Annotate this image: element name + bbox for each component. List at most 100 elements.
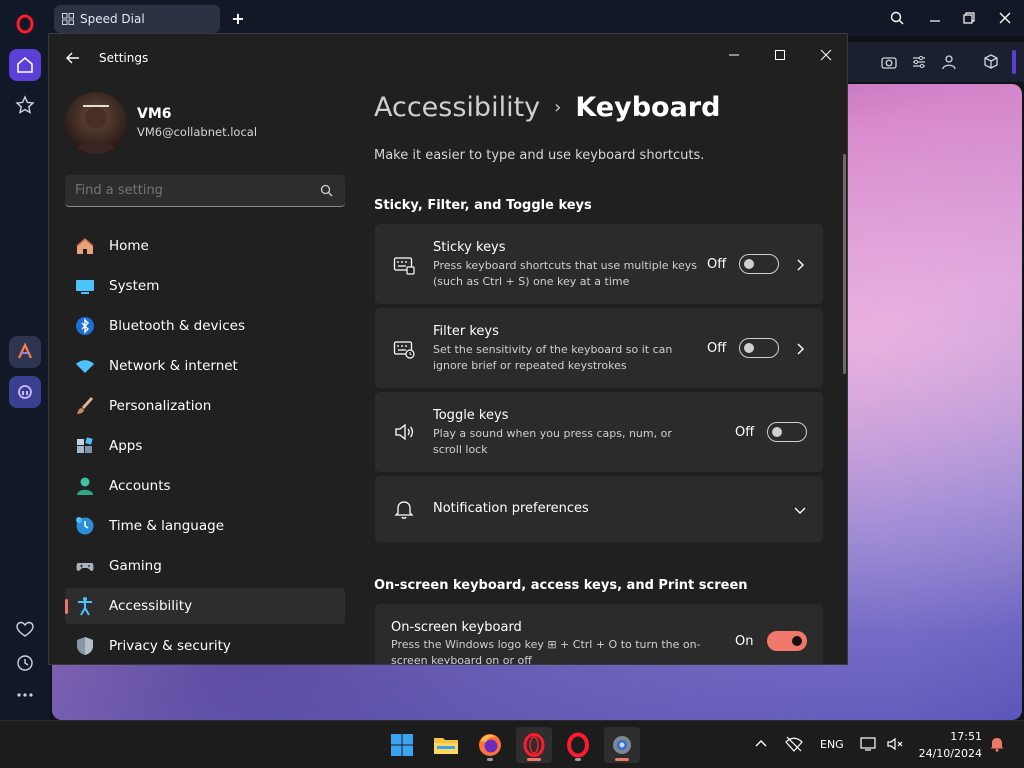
avatar[interactable] — [65, 92, 127, 154]
content-scrollbar[interactable] — [843, 154, 846, 374]
section-title-onscreen: On-screen keyboard, access keys, and Pri… — [374, 578, 748, 593]
taskbar-opera[interactable] — [560, 727, 596, 763]
toggle-keys-card[interactable]: Toggle keys Play a sound when you press … — [375, 392, 823, 472]
gear-icon — [613, 736, 631, 754]
taskbar-settings[interactable] — [604, 727, 640, 763]
display-icon[interactable] — [860, 735, 878, 753]
sidebar-item-label: Network & internet — [109, 358, 238, 374]
sidebar-toggle-bar[interactable] — [1012, 50, 1016, 74]
language-indicator[interactable]: ENG — [820, 738, 844, 751]
browser-restore-icon[interactable] — [959, 8, 979, 28]
sidebar-item-label: System — [109, 278, 160, 294]
accounts-icon — [75, 476, 95, 496]
easy-setup-icon[interactable] — [910, 53, 928, 71]
sidebar-item-accessibility[interactable]: Accessibility — [65, 588, 345, 624]
start-button[interactable] — [384, 727, 420, 763]
sticky-keys-description: Press keyboard shortcuts that use multip… — [433, 259, 697, 288]
extensions-cube-icon[interactable] — [982, 53, 1000, 71]
active-indicator — [65, 599, 68, 614]
sidebar-item-home[interactable]: Home — [65, 228, 345, 264]
onscreen-keyboard-description: Press the Windows logo key ⊞ + Ctrl + O … — [391, 638, 701, 665]
toggle-keys-state: Off — [735, 425, 755, 440]
sidebar-item-time-language[interactable]: Time & language — [65, 508, 345, 544]
keyboard-sticky-icon — [393, 254, 415, 276]
opera-logo-icon[interactable] — [9, 8, 41, 40]
onscreen-keyboard-state: On — [735, 634, 754, 649]
taskbar-opera-gx[interactable] — [516, 727, 552, 763]
sidebar-item-label: Accounts — [109, 478, 171, 494]
music-player-icon[interactable] — [9, 376, 41, 408]
sidebar-item-gaming[interactable]: Gaming — [65, 548, 345, 584]
clock-date[interactable]: 24/10/2024 — [918, 747, 982, 760]
maximize-button[interactable] — [757, 40, 803, 70]
chevron-right-icon[interactable] — [793, 257, 807, 271]
new-tab-button[interactable]: + — [228, 8, 248, 28]
browser-search-icon[interactable] — [887, 8, 907, 28]
camera-icon[interactable] — [880, 53, 898, 71]
sidebar-item-privacy[interactable]: Privacy & security — [65, 628, 345, 664]
close-button[interactable] — [803, 40, 847, 70]
minimize-button[interactable] — [711, 40, 757, 70]
taskbar-firefox[interactable] — [472, 727, 508, 763]
sidebar-item-network[interactable]: Network & internet — [65, 348, 345, 384]
sidebar-item-personalization[interactable]: Personalization — [65, 388, 345, 424]
search-icon[interactable] — [320, 184, 333, 197]
page-description: Make it easier to type and use keyboard … — [374, 148, 705, 163]
toggle-knob — [744, 259, 754, 269]
search-box[interactable] — [65, 175, 345, 207]
tray-chevron-up-icon[interactable] — [752, 735, 770, 753]
home-speed-dial-icon[interactable] — [9, 49, 41, 81]
sidebar-item-label: Privacy & security — [109, 638, 231, 654]
toggle-keys-toggle[interactable] — [767, 422, 807, 442]
filter-keys-description: Set the sensitivity of the keyboard so i… — [433, 343, 673, 372]
browser-minimize-icon[interactable] — [925, 8, 945, 28]
sticky-keys-state: Off — [707, 257, 727, 272]
heart-icon[interactable] — [9, 614, 41, 646]
sticky-keys-card[interactable]: Sticky keys Press keyboard shortcuts tha… — [375, 224, 823, 304]
notification-bell-icon[interactable] — [988, 735, 1006, 753]
browser-close-icon[interactable] — [995, 8, 1015, 28]
breadcrumb-parent[interactable]: Accessibility — [374, 92, 540, 123]
onscreen-keyboard-card[interactable]: On-screen keyboard Press the Windows log… — [375, 604, 823, 665]
notification-preferences-card[interactable]: Notification preferences — [375, 476, 823, 542]
sidebar-item-accounts[interactable]: Accounts — [65, 468, 345, 504]
volume-muted-icon[interactable] — [886, 735, 904, 753]
windows-logo-icon — [391, 734, 413, 756]
filter-keys-toggle[interactable] — [739, 338, 779, 358]
sticky-keys-toggle[interactable] — [739, 254, 779, 274]
network-disconnected-icon[interactable] — [785, 735, 803, 753]
sidebar-item-system[interactable]: System — [65, 268, 345, 304]
tab-speed-dial[interactable]: Speed Dial — [54, 5, 220, 33]
sidebar-item-bluetooth[interactable]: Bluetooth & devices — [65, 308, 345, 344]
close-icon — [820, 49, 832, 61]
history-clock-icon[interactable] — [9, 647, 41, 679]
bell-icon — [393, 498, 415, 520]
settings-window: Settings VM6 VM6@collabnet.local Find a … — [48, 33, 848, 665]
sidebar-item-apps[interactable]: Apps — [65, 428, 345, 464]
opera-gx-icon — [523, 733, 545, 757]
sidebar-item-label: Apps — [109, 438, 143, 454]
profile-icon[interactable] — [940, 53, 958, 71]
desktop: Speed Dial + Settings VM6 VM6@collabnet.… — [0, 0, 1024, 768]
taskbar-file-explorer[interactable] — [428, 727, 464, 763]
star-bookmarks-icon[interactable] — [9, 89, 41, 121]
home-icon — [75, 236, 95, 256]
more-dots-icon[interactable] — [9, 679, 41, 711]
chevron-down-icon[interactable] — [793, 502, 807, 516]
search-input[interactable] — [75, 183, 305, 198]
notification-preferences-title: Notification preferences — [433, 501, 589, 516]
clock-time[interactable]: 17:51 — [948, 730, 982, 743]
sidebar-item-label: Accessibility — [109, 598, 193, 614]
section-title-sticky: Sticky, Filter, and Toggle keys — [374, 198, 592, 213]
running-indicator — [527, 758, 541, 761]
aria-ai-icon[interactable] — [9, 336, 41, 368]
filter-keys-card[interactable]: Filter keys Set the sensitivity of the k… — [375, 308, 823, 388]
onscreen-keyboard-toggle[interactable] — [767, 631, 807, 651]
sidebar-item-label: Personalization — [109, 398, 212, 414]
maximize-icon — [775, 50, 785, 60]
firefox-icon — [479, 734, 501, 756]
running-indicator — [487, 758, 493, 761]
toggle-knob — [792, 636, 802, 646]
back-arrow-icon[interactable] — [63, 48, 83, 68]
chevron-right-icon[interactable] — [793, 341, 807, 355]
